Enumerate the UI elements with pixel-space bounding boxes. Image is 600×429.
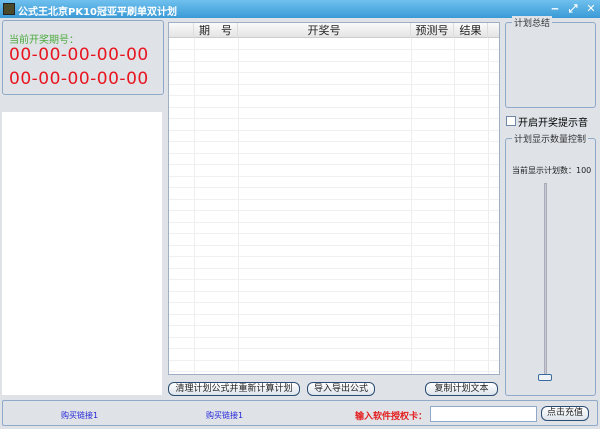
sound-label[interactable]: 开启开奖提示音: [518, 114, 588, 129]
title-bar: 公式王北京PK10冠亚平刷单双计划 ‒ ⤢ ✕: [0, 0, 600, 18]
grid-hline: [169, 129, 499, 131]
grid-hline: [169, 95, 499, 96]
current-issue-label: 当前开奖期号：: [9, 35, 79, 46]
grid-hline: [169, 83, 499, 85]
grid-hline: [169, 325, 499, 326]
plan-count-readout: 当前显示计划数：100: [512, 166, 592, 175]
grid-hline: [169, 175, 499, 177]
col-blank[interactable]: [169, 23, 194, 38]
window-title: 公式王北京PK10冠亚平刷单双计划: [18, 7, 177, 18]
grid-hline: [169, 187, 499, 188]
grid-vline: [411, 38, 412, 374]
import-export-button[interactable]: 导入导出公式: [307, 382, 375, 396]
current-number-line2: 00-00-00-00-00: [9, 69, 149, 89]
grid-hline: [169, 302, 499, 303]
current-number-line1: 00-00-00-00-00: [9, 45, 149, 65]
app-icon: [3, 3, 15, 15]
grid-hline: [169, 290, 499, 292]
copy-plan-button[interactable]: 复制计划文本: [425, 382, 498, 396]
grid-hline: [169, 359, 499, 361]
grid-hline: [169, 72, 499, 73]
grid-hline: [169, 221, 499, 223]
plan-count-slider-track[interactable]: [544, 183, 547, 378]
grid-hline: [169, 256, 499, 257]
plan-summary-title: 计划总结: [512, 16, 553, 29]
bottom-bar: 购买链接1 购买链接1 输入软件授权卡： 点击充值: [2, 400, 598, 426]
grid-vline: [454, 38, 455, 374]
grid-hline: [169, 267, 499, 269]
plan-summary-group: 计划总结: [505, 16, 596, 108]
license-input[interactable]: [430, 406, 537, 422]
grid-hline: [169, 164, 499, 165]
col-predict[interactable]: 预测号: [411, 23, 454, 38]
grid-hline: [169, 336, 499, 338]
grid-hline: [169, 348, 499, 349]
grid-vline: [238, 38, 239, 374]
grid-hline: [169, 106, 499, 108]
grid-hline: [169, 371, 499, 372]
clear-recalc-button[interactable]: 清理计划公式并重新计算计划: [168, 382, 300, 396]
current-issue-panel: 当前开奖期号： 00-00-00-00-00 00-00-00-00-00: [2, 20, 164, 95]
minimize-button[interactable]: ‒: [548, 2, 562, 16]
col-result[interactable]: 结果: [454, 23, 488, 38]
recharge-button[interactable]: 点击充值: [541, 406, 589, 421]
plan-count-title: 计划显示数量控制: [512, 132, 589, 145]
grid-hline: [169, 233, 499, 234]
grid-hline: [169, 313, 499, 315]
buy-link-1[interactable]: 购买链接1: [61, 410, 98, 421]
maximize-button[interactable]: ⤢: [566, 2, 580, 16]
results-table[interactable]: 期 号 开奖号 预测号 结果: [168, 22, 500, 375]
sound-checkbox[interactable]: [506, 116, 516, 126]
close-button[interactable]: ✕: [584, 2, 598, 16]
plan-count-group: 计划显示数量控制 当前显示计划数：100: [505, 132, 596, 396]
grid-vline: [194, 38, 195, 374]
col-issue[interactable]: 期 号: [194, 23, 238, 38]
grid-hline: [169, 141, 499, 142]
buy-link-2[interactable]: 购买链接1: [206, 410, 243, 421]
grid-hline: [169, 198, 499, 200]
grid-hline: [169, 244, 499, 246]
grid-hline: [169, 210, 499, 211]
plan-count-slider-thumb[interactable]: [538, 374, 552, 381]
grid-hline: [169, 118, 499, 119]
col-draw[interactable]: 开奖号: [238, 23, 411, 38]
grid-hline: [169, 279, 499, 280]
grid-hline: [169, 152, 499, 154]
license-label: 输入软件授权卡：: [355, 412, 428, 422]
grid-vline: [488, 38, 489, 374]
table-header: 期 号 开奖号 预测号 结果: [169, 23, 499, 38]
grid-hline: [169, 49, 499, 50]
grid-hline: [169, 60, 499, 62]
plan-list[interactable]: [2, 112, 162, 395]
